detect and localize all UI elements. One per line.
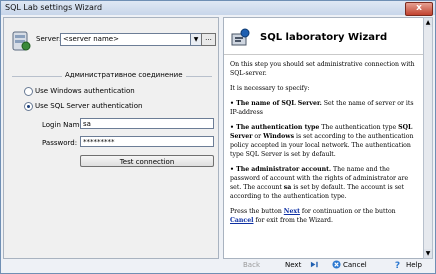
help-paragraph: On this step you should set administrati… bbox=[230, 61, 415, 77]
browse-servers-button[interactable]: ... bbox=[201, 33, 216, 46]
next-button[interactable]: Next bbox=[285, 261, 301, 269]
connection-settings-panel: Server: <server name> ▼ ... Администрати… bbox=[3, 17, 219, 259]
chevron-down-icon[interactable]: ▼ bbox=[190, 34, 201, 45]
group-caption: Административное соединение bbox=[62, 71, 186, 79]
wizard-window: SQL Lab settings Wizard x Server: <serve… bbox=[0, 0, 436, 274]
title-divider bbox=[224, 54, 423, 55]
help-scrollbar[interactable]: ▲ ▼ bbox=[423, 17, 433, 259]
sql-auth-radio[interactable] bbox=[24, 102, 33, 111]
wizard-icon bbox=[231, 28, 250, 46]
help-item-server: • The name of SQL Server. Set the name o… bbox=[230, 99, 418, 117]
help-item-text: The authentication type bbox=[319, 124, 399, 131]
scroll-down-icon[interactable]: ▼ bbox=[424, 249, 432, 258]
help-footer-text: for exit from the Wizard. bbox=[253, 217, 333, 224]
help-item-heading: • The authentication type bbox=[230, 124, 320, 131]
scroll-up-icon[interactable]: ▲ bbox=[424, 18, 432, 27]
arrow-right-icon[interactable] bbox=[310, 260, 319, 269]
server-database-icon bbox=[12, 31, 31, 51]
help-footer-text: for continuation or the button bbox=[299, 208, 396, 215]
cancel-icon[interactable] bbox=[332, 260, 341, 269]
test-connection-button[interactable]: Test connection bbox=[80, 155, 214, 167]
wizard-button-bar: Back Next Cancel ? Help bbox=[223, 259, 433, 273]
login-name-input[interactable]: sa bbox=[80, 118, 214, 129]
cancel-link[interactable]: Cancel bbox=[230, 217, 254, 224]
help-button[interactable]: Help bbox=[406, 261, 422, 269]
server-select[interactable]: <server name> ▼ bbox=[60, 33, 202, 46]
wizard-title: SQL laboratory Wizard bbox=[260, 32, 388, 43]
help-paragraph: It is necessary to specify: bbox=[230, 85, 310, 92]
window-title: SQL Lab settings Wizard bbox=[5, 3, 103, 12]
close-button[interactable]: x bbox=[405, 2, 433, 16]
help-question-icon[interactable]: ? bbox=[394, 260, 403, 269]
windows-auth-radio[interactable] bbox=[24, 87, 33, 96]
server-label: Server: bbox=[36, 35, 62, 43]
help-footer-text: Press the button bbox=[230, 208, 284, 215]
help-item-auth: • The authentication type The authentica… bbox=[230, 123, 418, 159]
help-item-text: or bbox=[252, 133, 264, 140]
help-item-heading: • The name of SQL Server. bbox=[230, 100, 322, 107]
help-item-term: Windows bbox=[263, 133, 295, 140]
password-input[interactable]: ********* bbox=[80, 136, 214, 147]
sql-auth-label[interactable]: Use SQL Server authentication bbox=[35, 102, 142, 110]
windows-auth-label[interactable]: Use Windows authentication bbox=[35, 87, 135, 95]
help-footer: Press the button Next for continuation o… bbox=[230, 207, 418, 225]
help-text: On this step you should set administrati… bbox=[230, 60, 418, 231]
title-bar: SQL Lab settings Wizard x bbox=[1, 1, 435, 16]
svg-text:?: ? bbox=[395, 261, 400, 269]
next-link[interactable]: Next bbox=[284, 208, 300, 215]
password-label: Password: bbox=[42, 139, 78, 147]
back-button[interactable]: Back bbox=[243, 261, 260, 269]
help-item-heading: • The administrator account. bbox=[230, 166, 332, 173]
help-panel: SQL laboratory Wizard On this step you s… bbox=[223, 17, 424, 259]
cancel-button[interactable]: Cancel bbox=[343, 261, 367, 269]
help-item-account: • The administrator account. The name an… bbox=[230, 165, 418, 201]
server-select-value: <server name> bbox=[63, 35, 119, 43]
